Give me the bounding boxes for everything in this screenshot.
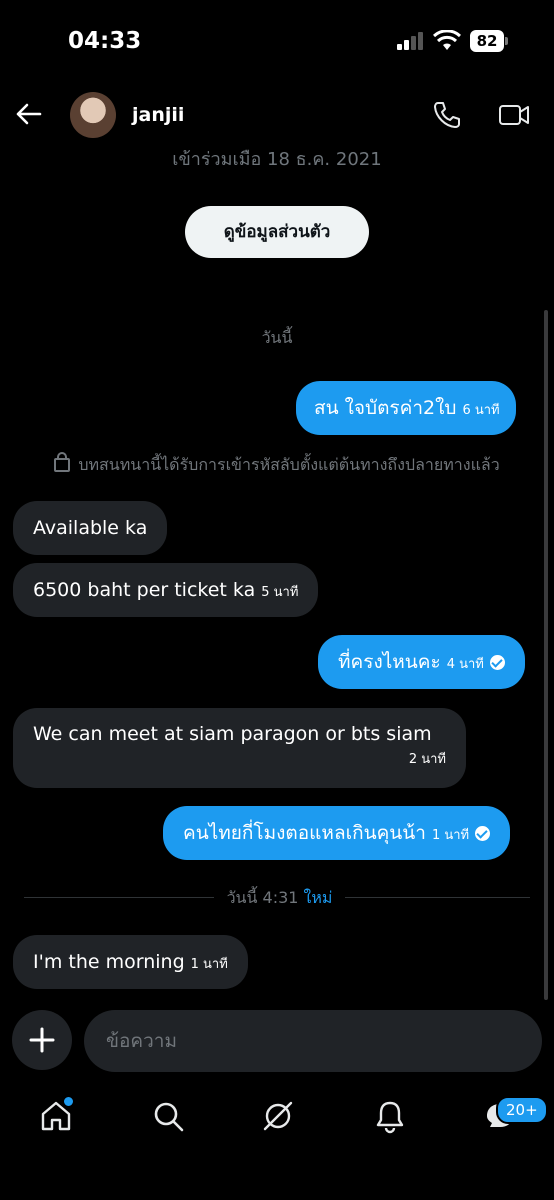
- phone-icon[interactable]: [432, 100, 462, 130]
- home-notification-dot: [62, 1095, 75, 1108]
- divider-time: วันนี้ 4:31: [226, 888, 299, 907]
- new-messages-divider: วันนี้ 4:31 ใหม่: [214, 886, 345, 911]
- message-text: 6500 baht per ticket ka: [33, 579, 256, 601]
- message-text: We can meet at siam paragon or bts siam: [33, 723, 432, 745]
- message-text: Available ka: [33, 517, 148, 539]
- conversation-username[interactable]: janjii: [132, 104, 184, 126]
- wifi-icon: [433, 30, 461, 50]
- divider-line: [345, 897, 530, 898]
- encryption-notice: บทสนทนานี้ได้รับการเข้ารหัสลับตั้งแต่ต้น…: [0, 452, 554, 478]
- message-text: ที่ครงไหนคะ: [338, 651, 441, 673]
- battery-indicator: 82: [470, 30, 504, 52]
- add-media-button[interactable]: [12, 1010, 72, 1070]
- message-time: 2 นาที: [408, 752, 446, 767]
- battery-cap: [505, 37, 508, 45]
- scrollbar[interactable]: [544, 310, 548, 1000]
- messages-badge: 20+: [496, 1096, 548, 1124]
- search-icon[interactable]: [150, 1098, 186, 1134]
- message-input[interactable]: [84, 1010, 542, 1072]
- message-text: คนไทยกี่โมงตอแหลเกินคุนน้า: [183, 822, 426, 844]
- message-text: I'm the morning: [33, 951, 185, 973]
- message-bubble-sent[interactable]: สน ใจบัตรค่า2ใบ 6 นาที: [296, 381, 516, 435]
- check-icon: [489, 655, 505, 670]
- message-bubble-sent[interactable]: คนไทยกี่โมงตอแหลเกินคุนน้า 1 นาที: [163, 806, 511, 860]
- message-time: 4 นาที: [446, 657, 484, 672]
- encryption-text: บทสนทนานี้ได้รับการเข้ารหัสลับตั้งแต่ต้น…: [78, 455, 500, 474]
- message-time: 1 นาที: [190, 957, 228, 972]
- joined-date: เข้าร่วมเมือ 18 ธ.ค. 2021: [172, 149, 382, 170]
- new-label: ใหม่: [303, 888, 333, 907]
- view-profile-button[interactable]: ดูข้อมูลส่วนตัว: [185, 206, 369, 258]
- day-label: วันนี้: [261, 328, 293, 347]
- avatar[interactable]: [70, 92, 116, 138]
- cellular-signal-icon: [397, 32, 423, 50]
- check-icon: [475, 826, 491, 841]
- message-bubble-received[interactable]: 6500 baht per ticket ka 5 นาที: [13, 563, 319, 617]
- grok-icon[interactable]: [260, 1098, 296, 1134]
- video-camera-icon[interactable]: [498, 102, 530, 128]
- message-bubble-received[interactable]: We can meet at siam paragon or bts siam …: [13, 708, 466, 788]
- message-bubble-sent[interactable]: ที่ครงไหนคะ 4 นาที: [318, 635, 525, 689]
- back-arrow-icon[interactable]: [14, 100, 42, 128]
- message-bubble-received[interactable]: I'm the morning 1 นาที: [13, 935, 248, 989]
- divider-line: [24, 897, 214, 898]
- message-bubble-received[interactable]: Available ka: [13, 501, 168, 555]
- status-time: 04:33: [68, 28, 142, 54]
- message-time: 5 นาที: [261, 585, 299, 600]
- message-time: 1 นาที: [431, 828, 470, 843]
- lock-icon: [54, 452, 71, 472]
- message-text: สน ใจบัตรค่า2ใบ: [314, 397, 457, 419]
- message-time: 6 นาที: [462, 403, 500, 418]
- bell-icon[interactable]: [372, 1098, 408, 1134]
